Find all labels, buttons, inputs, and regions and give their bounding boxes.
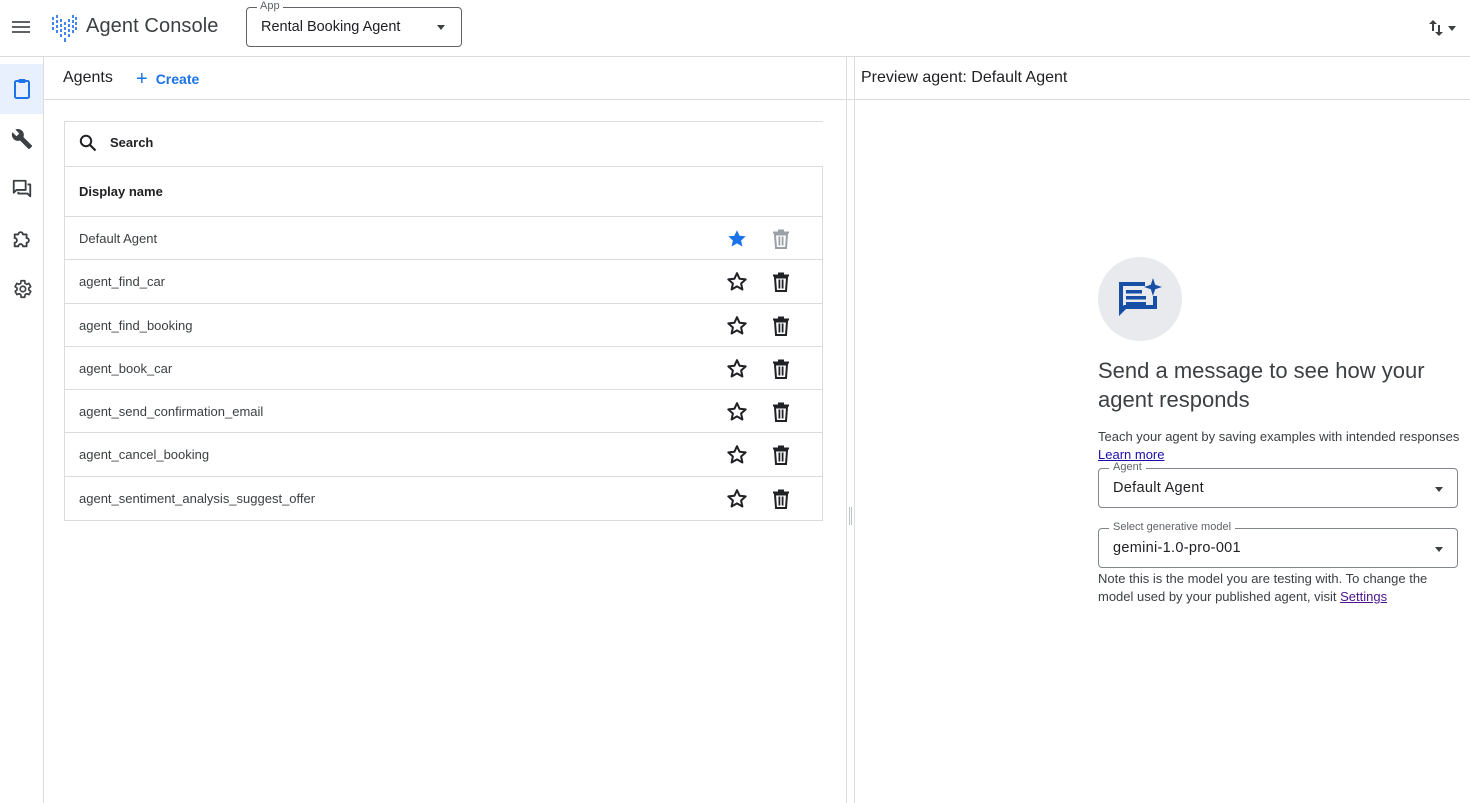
chat-icon: [12, 179, 31, 198]
table-header-row: Display name: [65, 167, 823, 217]
extension-icon: [13, 231, 30, 248]
agent-console-logo-icon: [52, 15, 77, 42]
learn-more-link[interactable]: Learn more: [1098, 447, 1164, 462]
preview-panel-header: Preview agent: Default Agent: [847, 57, 1470, 100]
swap-vert-icon: [1429, 20, 1443, 36]
star-outline-icon[interactable]: [725, 314, 749, 338]
drag-grip-icon: [849, 507, 852, 525]
agents-panel-header: Agents + Create: [44, 57, 847, 100]
wrench-icon: [11, 129, 32, 150]
star-outline-icon[interactable]: [725, 357, 749, 381]
agent-name: Default Agent: [79, 231, 158, 246]
search-icon: [79, 134, 97, 152]
menu-button[interactable]: [8, 14, 34, 40]
delete-icon[interactable]: [769, 270, 793, 294]
top-app-bar: Agent Console App Rental Booking Agent: [0, 0, 1470, 57]
chat-sparkle-icon: [1119, 278, 1162, 316]
settings-link[interactable]: Settings: [1340, 589, 1387, 604]
delete-icon[interactable]: [769, 487, 793, 511]
agent-select-value: Default Agent: [1113, 480, 1204, 496]
rail-item-agents[interactable]: [0, 64, 43, 114]
sort-menu-button[interactable]: [1428, 16, 1468, 40]
agent-name: agent_cancel_booking: [79, 447, 210, 463]
preview-empty-state: Send a message to see how your agent res…: [1098, 257, 1460, 606]
table-row[interactable]: agent_find_booking: [65, 304, 823, 347]
rail-item-extensions[interactable]: [0, 214, 43, 264]
model-select-dropdown[interactable]: Select generative model gemini-1.0-pro-0…: [1098, 521, 1458, 568]
agent-name: agent_find_booking: [79, 317, 193, 333]
agent-select-dropdown[interactable]: Agent Default Agent: [1098, 461, 1458, 508]
agent-name: agent_sentiment_analysis_suggest_offer: [79, 490, 316, 506]
star-filled-icon[interactable]: [725, 227, 749, 251]
agent-name: agent_send_confirmation_email: [79, 404, 264, 420]
star-outline-icon[interactable]: [725, 400, 749, 424]
empty-state-headline: Send a message to see how your agent res…: [1098, 358, 1425, 412]
delete-icon[interactable]: [769, 314, 793, 338]
preview-title: Preview agent: Default Agent: [861, 69, 1068, 86]
dropdown-arrow-icon: [437, 25, 445, 30]
dropdown-arrow-icon: [1435, 487, 1443, 492]
model-select-label: Select generative model: [1109, 521, 1236, 533]
agents-table: Search Display name Default Agent agent_f…: [64, 121, 823, 522]
app-title: Agent Console: [86, 15, 219, 37]
create-label: Create: [155, 71, 200, 87]
rail-item-conversations[interactable]: [0, 164, 43, 214]
table-body: Default Agent agent_find_car agent_find_bo…: [65, 217, 823, 520]
delete-icon[interactable]: [769, 357, 793, 381]
panel-resize-handle[interactable]: [847, 57, 855, 803]
rail-item-settings[interactable]: [0, 264, 43, 314]
rail-item-tools[interactable]: [0, 114, 43, 164]
gear-icon: [13, 279, 32, 299]
search-input[interactable]: Search: [65, 122, 823, 167]
clipboard-icon: [13, 79, 30, 99]
teach-text: Teach your agent by saving examples with…: [1098, 429, 1460, 444]
table-row[interactable]: agent_cancel_booking: [65, 433, 823, 477]
model-select-value: gemini-1.0-pro-001: [1113, 540, 1241, 556]
app-select-label: App: [257, 0, 283, 12]
app-select-dropdown[interactable]: App Rental Booking Agent: [246, 0, 462, 47]
left-nav-rail: [0, 57, 44, 803]
star-outline-icon[interactable]: [725, 443, 749, 467]
create-agent-button[interactable]: + Create: [136, 67, 199, 91]
table-row[interactable]: agent_book_car: [65, 347, 823, 391]
agents-title: Agents: [63, 69, 113, 86]
table-row[interactable]: agent_sentiment_analysis_suggest_offer: [65, 477, 823, 520]
search-placeholder: Search: [110, 135, 154, 150]
hamburger-menu-icon: [12, 21, 30, 33]
table-row[interactable]: Default Agent: [65, 217, 823, 261]
delete-icon[interactable]: [769, 443, 793, 467]
dropdown-arrow-icon: [1435, 547, 1443, 552]
plus-icon: +: [136, 68, 148, 90]
column-header-display-name[interactable]: Display name: [79, 184, 163, 199]
agent-name: agent_book_car: [79, 360, 173, 376]
agent-name: agent_find_car: [79, 274, 166, 290]
model-note: Note this is the model you are testing w…: [1098, 570, 1460, 606]
dropdown-arrow-icon: [1448, 25, 1456, 31]
delete-icon[interactable]: [769, 400, 793, 424]
chat-illustration: [1098, 257, 1182, 341]
star-outline-icon[interactable]: [725, 487, 749, 511]
table-row[interactable]: agent_send_confirmation_email: [65, 390, 823, 434]
agents-panel: Agents + Create Search Display name Defa…: [44, 57, 847, 803]
agent-select-label: Agent: [1109, 461, 1146, 473]
app-select-value: Rental Booking Agent: [261, 19, 401, 35]
empty-state-description: Teach your agent by saving examples with…: [1098, 428, 1460, 464]
table-row[interactable]: agent_find_car: [65, 260, 823, 304]
delete-icon: [769, 227, 793, 251]
star-outline-icon[interactable]: [725, 270, 749, 294]
